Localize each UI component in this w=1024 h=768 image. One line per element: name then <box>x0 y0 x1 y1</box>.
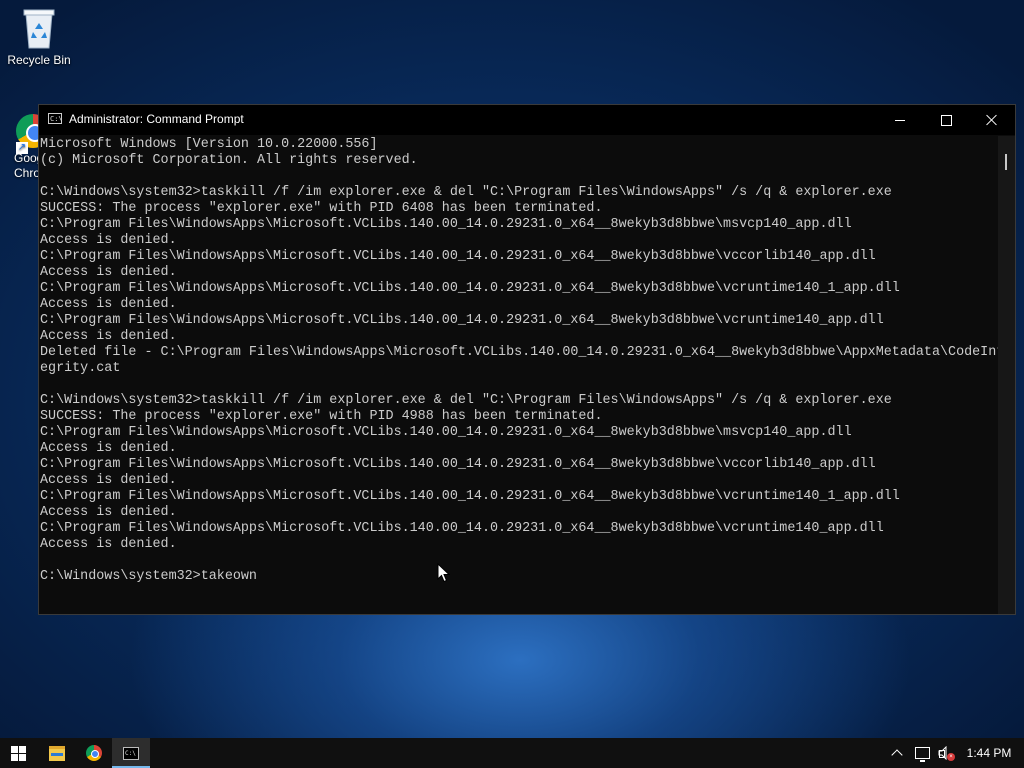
console-line: Access is denied. <box>40 297 177 312</box>
recycle-bin-label: Recycle Bin <box>7 53 71 67</box>
console-line: C:\Program Files\WindowsApps\Microsoft.V… <box>40 217 852 232</box>
cmd-icon: C:\ <box>123 746 139 760</box>
windows-logo-icon <box>10 745 26 761</box>
folder-icon <box>49 745 65 761</box>
clock[interactable]: 1:44 PM <box>962 738 1016 768</box>
command-prompt-window[interactable]: C:\ Administrator: Command Prompt Micros… <box>38 104 1016 615</box>
start-button[interactable] <box>0 738 36 768</box>
console-line: C:\Windows\system32>taskkill /f /im expl… <box>40 393 892 408</box>
console-line: Access is denied. <box>40 441 177 456</box>
console-line: C:\Program Files\WindowsApps\Microsoft.V… <box>40 281 900 296</box>
console-line: SUCCESS: The process "explorer.exe" with… <box>40 409 603 424</box>
console-text: Microsoft Windows [Version 10.0.22000.55… <box>39 136 1000 585</box>
minimize-button[interactable] <box>877 105 923 135</box>
console-line: Access is denied. <box>40 473 177 488</box>
taskbar-file-explorer[interactable] <box>38 738 76 768</box>
taskbar-command-prompt[interactable]: C:\ <box>112 738 150 768</box>
console-line: C:\Windows\system32>taskkill /f /im expl… <box>40 185 892 200</box>
close-icon <box>986 114 998 126</box>
taskbar-chrome[interactable] <box>75 738 113 768</box>
console-line: (c) Microsoft Corporation. All rights re… <box>40 153 418 168</box>
recycle-bin-icon <box>20 6 58 50</box>
console-line: Access is denied. <box>40 233 177 248</box>
console-line: Access is denied. <box>40 505 177 520</box>
console-line: SUCCESS: The process "explorer.exe" with… <box>40 201 603 216</box>
chrome-icon <box>86 745 102 761</box>
recycle-bin-shortcut[interactable]: Recycle Bin <box>4 6 74 68</box>
volume-button[interactable]: × <box>936 738 956 768</box>
maximize-icon <box>940 114 952 126</box>
console-line: C:\Program Files\WindowsApps\Microsoft.V… <box>40 521 884 536</box>
show-hidden-icons-button[interactable] <box>888 738 906 768</box>
console-output[interactable]: Microsoft Windows [Version 10.0.22000.55… <box>39 136 1000 614</box>
console-line: C:\Program Files\WindowsApps\Microsoft.V… <box>40 249 876 264</box>
network-button[interactable] <box>912 738 932 768</box>
title-bar[interactable]: C:\ Administrator: Command Prompt <box>39 105 1015 135</box>
network-icon <box>914 747 930 762</box>
console-line: Microsoft Windows [Version 10.0.22000.55… <box>40 137 378 152</box>
close-button[interactable] <box>969 105 1015 135</box>
vertical-scrollbar[interactable] <box>998 136 1015 614</box>
shortcut-arrow-icon: ↗ <box>16 142 28 154</box>
console-line: C:\Program Files\WindowsApps\Microsoft.V… <box>40 313 884 328</box>
console-line: Deleted file - C:\Program Files\WindowsA… <box>40 345 1000 360</box>
console-line: C:\Windows\system32>takeown <box>40 569 257 584</box>
scrollbar-thumb[interactable] <box>1005 154 1007 170</box>
maximize-button[interactable] <box>923 105 969 135</box>
minimize-icon <box>895 119 905 121</box>
console-line: C:\Program Files\WindowsApps\Microsoft.V… <box>40 489 900 504</box>
console-line: Access is denied. <box>40 537 177 552</box>
console-line: Access is denied. <box>40 329 177 344</box>
console-line: C:\Program Files\WindowsApps\Microsoft.V… <box>40 425 852 440</box>
console-line: egrity.cat <box>40 361 121 376</box>
console-line: C:\Program Files\WindowsApps\Microsoft.V… <box>40 457 876 472</box>
console-line: Access is denied. <box>40 265 177 280</box>
mouse-pointer-icon <box>437 563 451 583</box>
chevron-up-icon <box>891 749 903 761</box>
window-title: Administrator: Command Prompt <box>69 112 244 126</box>
volume-muted-icon: × <box>938 746 955 761</box>
taskbar: C:\ × 1:44 PM <box>0 738 1024 768</box>
cmd-icon: C:\ <box>48 113 63 124</box>
